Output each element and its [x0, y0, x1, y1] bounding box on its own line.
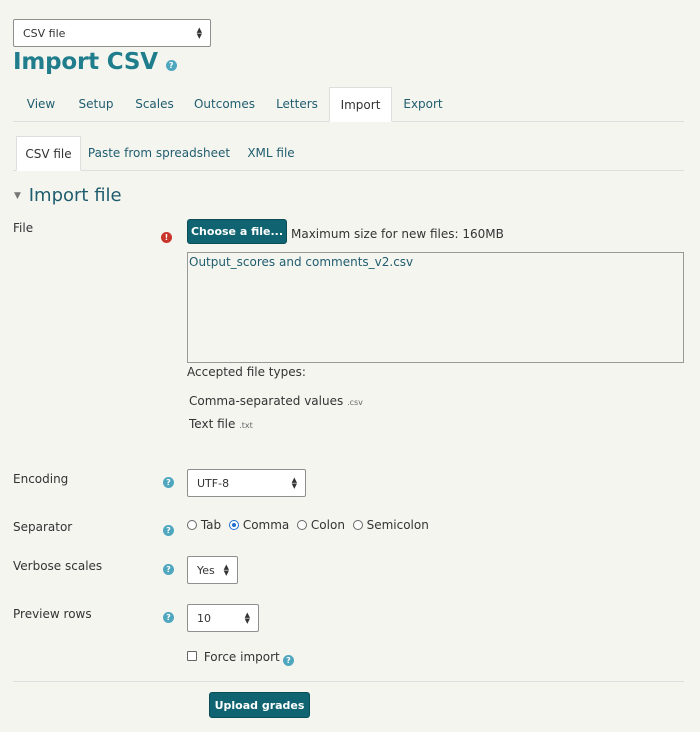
section-title: Import file	[28, 185, 122, 206]
uploaded-file-link[interactable]: Output_scores and comments_v2.csv	[189, 255, 413, 269]
subtab-csv-file[interactable]: CSV file	[16, 136, 81, 171]
radio-button[interactable]	[187, 520, 197, 530]
page-title: Import CSV	[13, 49, 158, 75]
preview-rows-label: Preview rows	[13, 607, 92, 621]
select-arrows-icon: ▲ ▼	[244, 611, 250, 625]
select-arrows-icon: ▲ ▼	[223, 563, 229, 577]
force-import-label: Force import	[203, 650, 280, 664]
report-type-select[interactable]: CSV file ▲ ▼	[13, 19, 211, 47]
file-label: File	[13, 221, 34, 235]
encoding-help-icon[interactable]: ?	[163, 477, 174, 488]
radio-label: Semicolon	[366, 518, 429, 532]
radio-label: Comma	[242, 518, 290, 532]
force-import-checkbox[interactable]	[187, 651, 197, 661]
radio-comma[interactable]: Comma	[228, 518, 290, 532]
encoding-select-value: UTF-8	[197, 476, 230, 490]
separator-radio-group: Tab Comma Colon Semicolon	[187, 518, 429, 532]
tab-export[interactable]: Export	[395, 87, 451, 121]
sub-tabs	[13, 170, 684, 171]
encoding-label: Encoding	[13, 472, 69, 486]
required-error-icon: !	[161, 232, 172, 243]
select-arrows-icon: ▲ ▼	[196, 26, 202, 40]
verbose-scales-select[interactable]: Yes ▲ ▼	[187, 556, 238, 584]
file-type-csv: Comma-separated values .csv	[189, 394, 363, 408]
radio-semicolon[interactable]: Semicolon	[352, 518, 429, 532]
verbose-scales-label: Verbose scales	[13, 559, 103, 573]
section-header[interactable]: ▼ Import file	[14, 185, 122, 206]
encoding-select[interactable]: UTF-8 ▲ ▼	[187, 469, 306, 497]
radio-colon[interactable]: Colon	[297, 518, 345, 532]
subtab-paste-spreadsheet[interactable]: Paste from spreadsheet	[86, 136, 232, 170]
file-type-txt: Text file .txt	[189, 417, 253, 431]
separator-help-icon[interactable]: ?	[163, 525, 174, 536]
radio-tab[interactable]: Tab	[187, 518, 221, 532]
tab-letters[interactable]: Letters	[267, 87, 327, 121]
tab-import[interactable]: Import	[329, 87, 392, 122]
collapse-caret-icon: ▼	[14, 191, 21, 201]
subtab-xml-file[interactable]: XML file	[240, 136, 302, 170]
verbose-help-icon[interactable]: ?	[163, 564, 174, 575]
help-icon[interactable]: ?	[165, 60, 177, 71]
form-divider	[13, 681, 684, 682]
report-type-select-value: CSV file	[23, 26, 66, 40]
file-dropzone[interactable]: Output_scores and comments_v2.csv	[187, 252, 684, 363]
preview-select-value: 10	[197, 611, 211, 625]
accepted-types-label: Accepted file types:	[187, 365, 306, 379]
verbose-select-value: Yes	[197, 563, 215, 577]
preview-rows-select[interactable]: 10 ▲ ▼	[187, 604, 259, 632]
force-import-help-icon[interactable]: ?	[283, 655, 294, 666]
file-type-name: Text file	[189, 417, 236, 431]
select-arrows-icon: ▲ ▼	[291, 476, 297, 490]
tab-scales[interactable]: Scales	[127, 87, 182, 121]
max-size-text: Maximum size for new files: 160MB	[291, 227, 504, 241]
radio-button[interactable]	[352, 520, 363, 530]
tab-setup[interactable]: Setup	[70, 87, 122, 121]
radio-label: Tab	[200, 518, 222, 532]
separator-label: Separator	[13, 520, 73, 534]
choose-file-button[interactable]: Choose a file...	[187, 219, 287, 244]
file-type-ext: .csv	[347, 398, 363, 407]
radio-button[interactable]	[228, 520, 239, 530]
upload-grades-button[interactable]: Upload grades	[209, 692, 310, 718]
file-type-ext: .txt	[239, 421, 253, 430]
page-title-row: Import CSV ?	[13, 49, 177, 75]
tab-outcomes[interactable]: Outcomes	[188, 87, 261, 121]
file-type-name: Comma-separated values	[189, 394, 344, 408]
radio-label: Colon	[310, 518, 345, 532]
preview-help-icon[interactable]: ?	[163, 612, 174, 623]
force-import-row[interactable]: Force import	[187, 650, 280, 664]
tab-view[interactable]: View	[17, 87, 65, 121]
radio-button[interactable]	[297, 520, 308, 530]
